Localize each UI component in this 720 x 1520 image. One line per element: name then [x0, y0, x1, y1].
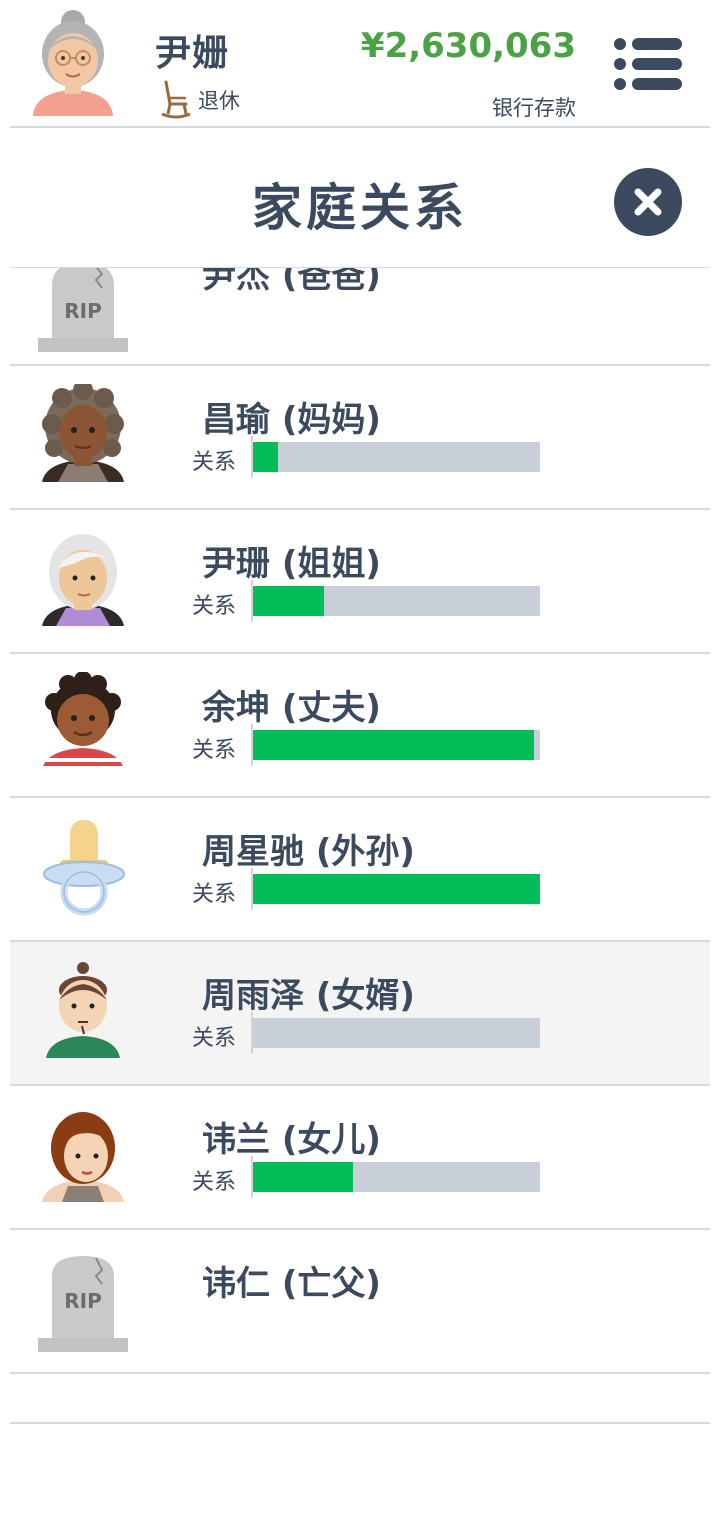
close-button[interactable] — [614, 168, 682, 236]
relationship-bar — [252, 442, 540, 472]
tombstone-icon: RIP — [38, 268, 128, 352]
list-bottom-divider — [10, 1422, 710, 1424]
panel-title: 家庭关系 — [252, 179, 468, 237]
family-row-selected[interactable]: 周雨泽 (女婿) 关系 — [10, 942, 710, 1086]
family-member-name: 昌瑜 (妈妈) — [202, 400, 381, 440]
player-avatar[interactable] — [30, 8, 116, 118]
close-icon — [634, 188, 662, 216]
relationship-bar-fill — [252, 586, 324, 616]
man-avatar — [42, 672, 124, 770]
family-row[interactable]: 周星驰 (外孙) 关系 — [10, 798, 710, 942]
woman-avatar — [42, 1112, 124, 1202]
family-member-name: 尹珊 (姐姐) — [202, 544, 381, 584]
relationship-bar-start-tick — [251, 868, 253, 910]
family-member-name: 讳兰 (女儿) — [202, 1120, 381, 1160]
relationship-bar-fill — [252, 730, 535, 760]
life-status: 退休 — [160, 80, 240, 120]
relationship-bar-fill — [252, 874, 540, 904]
relationship-bar-fill — [252, 442, 278, 472]
svg-text:RIP: RIP — [64, 1289, 102, 1313]
family-member-name: 尹杰 (爸爸) — [202, 268, 381, 296]
family-member-name: 余坤 (丈夫) — [202, 688, 381, 728]
panel-header: 家庭关系 — [0, 130, 720, 268]
top-header: 尹姗 退休 ¥2,630,063 银行存款 — [0, 0, 720, 128]
family-row[interactable]: RIP 讳仁 (亡父) — [10, 1230, 710, 1374]
man-bun-avatar — [46, 962, 120, 1058]
relationship-label: 关系 — [192, 594, 237, 619]
pacifier-icon — [43, 820, 125, 916]
relationship-bar — [252, 730, 540, 760]
relationship-bar-start-tick — [251, 436, 253, 478]
relationship-bar-start-tick — [251, 1156, 253, 1198]
player-name: 尹姗 — [155, 33, 230, 74]
family-row[interactable]: RIP 尹杰 (爸爸) — [10, 268, 710, 366]
svg-text:RIP: RIP — [64, 299, 102, 323]
relationship-bar — [252, 1018, 540, 1048]
relationship-bar — [252, 874, 540, 904]
relationship-label: 关系 — [192, 450, 237, 475]
bank-balance: ¥2,630,063 — [360, 26, 576, 66]
family-list: RIP 尹杰 (爸爸) 昌瑜 (妈妈) 关系 尹珊 (姐姐) 关系 余坤 (丈夫… — [10, 268, 710, 1424]
family-row[interactable]: 尹珊 (姐姐) 关系 — [10, 510, 710, 654]
relationship-bar — [252, 586, 540, 616]
relationship-label: 关系 — [192, 1170, 237, 1195]
menu-icon[interactable] — [612, 36, 684, 92]
relationship-label: 关系 — [192, 882, 237, 907]
rocking-chair-icon — [161, 80, 191, 119]
tombstone-icon: RIP — [38, 1256, 128, 1352]
header-divider — [10, 126, 710, 128]
family-member-name: 讳仁 (亡父) — [202, 1264, 381, 1304]
family-row[interactable]: 讳兰 (女儿) 关系 — [10, 1086, 710, 1230]
family-member-name: 周雨泽 (女婿) — [202, 976, 415, 1016]
family-row[interactable]: 余坤 (丈夫) 关系 — [10, 654, 710, 798]
elderly-woman-avatar — [42, 534, 124, 626]
relationship-bar-start-tick — [251, 580, 253, 622]
relationship-label: 关系 — [192, 1026, 237, 1051]
relationship-bar-start-tick — [251, 1012, 253, 1054]
family-member-name: 周星驰 (外孙) — [202, 832, 415, 872]
relationship-label: 关系 — [192, 738, 237, 763]
relationship-bar-fill — [252, 1162, 353, 1192]
family-row[interactable]: 昌瑜 (妈妈) 关系 — [10, 366, 710, 510]
curly-hair-woman-avatar — [42, 384, 124, 482]
bank-balance-label: 银行存款 — [492, 96, 576, 120]
relationship-bar-start-tick — [251, 724, 253, 766]
relationship-bar — [252, 1162, 540, 1192]
status-label: 退休 — [198, 89, 240, 113]
